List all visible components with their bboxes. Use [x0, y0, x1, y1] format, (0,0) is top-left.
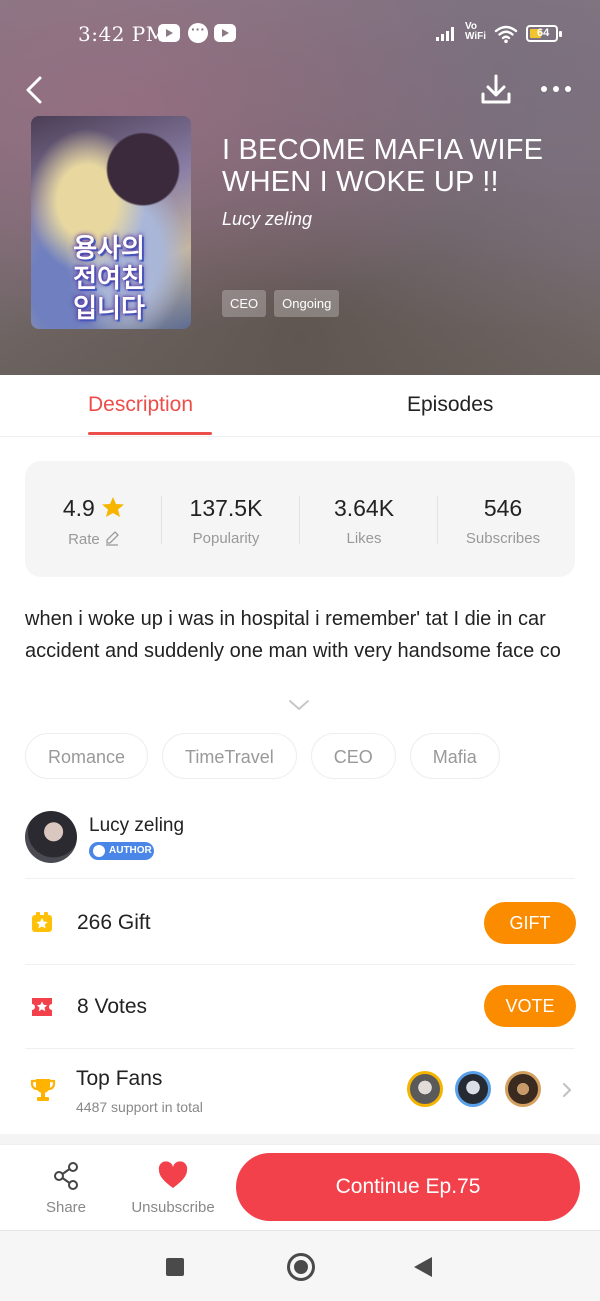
heart-icon [158, 1161, 188, 1188]
unsubscribe-label: Unsubscribe [131, 1199, 215, 1216]
genre-tag[interactable]: CEO [310, 733, 396, 779]
trophy-icon [30, 1079, 56, 1101]
author-name[interactable]: Lucy zeling [89, 815, 184, 837]
subscribes-label: Subscribes [465, 530, 541, 547]
fan-avatar[interactable] [455, 1071, 491, 1107]
popularity-label: Popularity [192, 530, 260, 547]
genre-tag[interactable]: TimeTravel [162, 733, 297, 779]
book-author: Lucy zeling [222, 209, 313, 229]
vowifi-label: Vo WiFi [465, 21, 487, 42]
download-button[interactable] [476, 70, 516, 110]
rate-label: Rate [68, 531, 100, 548]
chat-bubble-icon [188, 21, 208, 43]
tag-status: Ongoing [274, 290, 340, 317]
book-title: I BECOME MAFIA WIFE WHEN I WOKE UP !! [222, 134, 544, 198]
top-fans-title[interactable]: Top Fans [76, 1067, 162, 1091]
battery-icon: 64 [526, 25, 562, 42]
active-tab-indicator [88, 432, 212, 435]
stat-likes: 3.64K Likes [295, 495, 433, 547]
youtube-icon [214, 24, 236, 42]
gift-count: 266 Gift [77, 911, 151, 934]
author-badge: AUTHOR [89, 842, 154, 860]
fan-avatar[interactable] [407, 1071, 443, 1107]
status-time: 3:42 PM [78, 22, 167, 46]
continue-reading-button[interactable]: Continue Ep.75 [236, 1153, 580, 1221]
author-badge-icon [93, 845, 105, 857]
stats-card: 4.9 Rate 137.5K Popularity 3.64K Likes 5… [25, 461, 575, 577]
stat-subscribes: 546 Subscribes [434, 495, 572, 547]
votes-count: 8 Votes [77, 995, 148, 1018]
gift-button[interactable]: GIFT [484, 902, 576, 944]
tab-bar: Description Episodes [0, 375, 600, 437]
gift-icon [32, 912, 52, 932]
system-nav-bar [0, 1230, 600, 1301]
signal-icon [436, 27, 458, 41]
home-button[interactable] [287, 1253, 315, 1281]
top-fans-subtitle: 4487 support in total [76, 1099, 203, 1115]
back-button[interactable] [18, 72, 54, 108]
cover-title-text: 용사의 전여친 입니다 [73, 234, 145, 324]
rate-value: 4.9 [62, 495, 95, 521]
author-avatar[interactable] [25, 811, 77, 863]
vote-ticket-icon [32, 998, 52, 1016]
vote-button[interactable]: VOTE [484, 985, 576, 1027]
status-bar: 3:42 PM Vo WiFi 64 [0, 0, 600, 68]
likes-value: 3.64K [333, 495, 395, 521]
share-button[interactable]: Share [43, 1161, 89, 1216]
book-tags: CEO Ongoing [222, 290, 340, 317]
tab-episodes[interactable]: Episodes [407, 393, 493, 417]
stat-popularity: 137.5K Popularity [157, 495, 295, 547]
genre-tags: Romance TimeTravel CEO Mafia [25, 733, 500, 779]
unsubscribe-button[interactable]: Unsubscribe [128, 1161, 218, 1216]
chevron-right-icon[interactable] [561, 1081, 573, 1099]
book-header: 3:42 PM Vo WiFi 64 용사의 전여친 입니다 I BECOME … [0, 0, 600, 375]
system-back-button[interactable] [414, 1257, 432, 1277]
book-description: when i woke up i was in hospital i remem… [25, 608, 561, 662]
tab-description[interactable]: Description [88, 393, 193, 417]
divider [25, 964, 575, 965]
author-badge-label: AUTHOR [109, 845, 152, 856]
more-options-button[interactable] [538, 74, 578, 104]
genre-tag[interactable]: Romance [25, 733, 149, 779]
section-separator [0, 1134, 600, 1144]
share-label: Share [45, 1199, 87, 1216]
edit-pencil-icon [105, 531, 119, 546]
subscribes-value: 546 [483, 495, 523, 521]
battery-level: 64 [537, 27, 550, 39]
popularity-value: 137.5K [189, 495, 263, 521]
share-icon [54, 1162, 78, 1190]
youtube-icon [158, 24, 180, 42]
tag-ceo: CEO [222, 290, 267, 317]
fan-avatar[interactable] [505, 1071, 541, 1107]
star-icon [102, 497, 125, 517]
book-cover: 용사의 전여친 입니다 [31, 116, 191, 329]
likes-label: Likes [346, 530, 382, 547]
divider [25, 1048, 575, 1049]
genre-tag[interactable]: Mafia [409, 733, 500, 779]
divider [25, 878, 575, 879]
stat-rate[interactable]: 4.9 Rate [25, 495, 163, 548]
wifi-icon [494, 25, 518, 44]
expand-chevron-icon[interactable] [287, 698, 311, 712]
recents-button[interactable] [166, 1258, 184, 1276]
